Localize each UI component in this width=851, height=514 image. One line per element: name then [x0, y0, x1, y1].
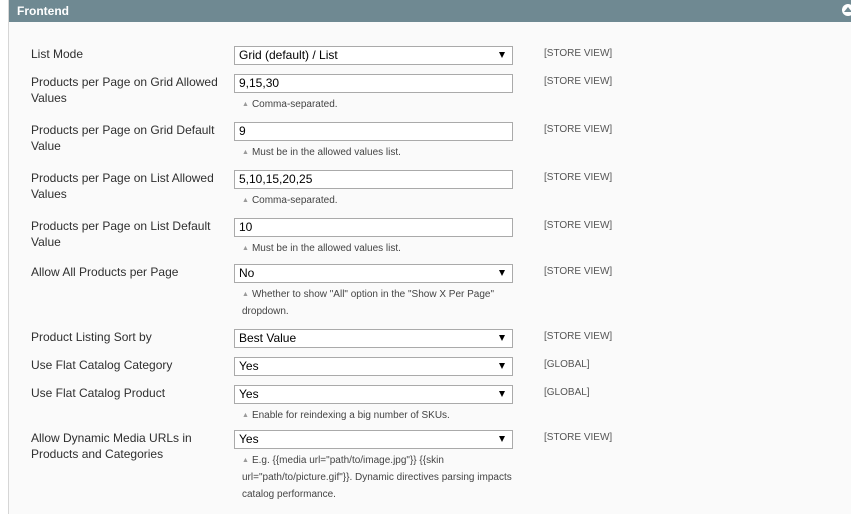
select-value: No [239, 266, 255, 280]
field-label: Use Flat Catalog Product [31, 386, 166, 400]
scope-label: [STORE VIEW] [544, 331, 613, 342]
chevron-down-icon [499, 270, 505, 276]
note-triangle-icon: ▲ [242, 245, 249, 252]
section-body: List Mode Grid (default) / List [STORE V… [9, 22, 851, 514]
scope-label: [STORE VIEW] [544, 124, 613, 135]
field-label: Allow All Products per Page [31, 265, 179, 279]
chevron-down-icon [499, 335, 505, 341]
select-value: Grid (default) / List [239, 48, 338, 62]
field-note: ▲ E.g. {{media url="path/to/image.jpg"}} … [242, 455, 512, 500]
field-note: ▲ Comma-separated. [242, 195, 338, 206]
grid-allowed-values-input[interactable]: 9,15,30 [234, 74, 513, 93]
note-triangle-icon: ▲ [242, 457, 249, 464]
scope-label: [GLOBAL] [544, 387, 590, 398]
select-value: Yes [239, 359, 259, 373]
scope-label: [STORE VIEW] [544, 48, 613, 59]
scope-label: [STORE VIEW] [544, 76, 613, 87]
field-note: ▲ Comma-separated. [242, 99, 338, 110]
select-value: Best Value [239, 331, 297, 345]
field-label: Product Listing Sort by [31, 330, 152, 344]
section-title: Frontend [17, 4, 69, 18]
scope-label: [GLOBAL] [544, 359, 590, 370]
list-default-value-input[interactable]: 10 [234, 218, 513, 237]
allow-all-products-select[interactable]: No [234, 264, 513, 283]
field-label: Products per Page on List Default Value [31, 219, 211, 249]
note-triangle-icon: ▲ [242, 291, 249, 298]
note-triangle-icon: ▲ [242, 197, 249, 204]
field-note: ▲ Must be in the allowed values list. [242, 147, 401, 158]
flat-catalog-product-select[interactable]: Yes [234, 385, 513, 404]
field-label: List Mode [31, 47, 84, 61]
flat-catalog-category-select[interactable]: Yes [234, 357, 513, 376]
field-note: ▲ Must be in the allowed values list. [242, 243, 401, 254]
field-label: Allow Dynamic Media URLs in Products and… [31, 431, 192, 461]
section-header[interactable]: Frontend [9, 0, 851, 23]
field-label: Use Flat Catalog Category [31, 358, 173, 372]
chevron-down-icon [499, 363, 505, 369]
field-label: Products per Page on List Allowed Values [31, 171, 214, 201]
note-triangle-icon: ▲ [242, 101, 249, 108]
grid-default-value-input[interactable]: 9 [234, 122, 513, 141]
scope-label: [STORE VIEW] [544, 266, 613, 277]
field-label: Products per Page on Grid Default Value [31, 123, 215, 153]
scope-label: [STORE VIEW] [544, 432, 613, 443]
scope-label: [STORE VIEW] [544, 172, 613, 183]
chevron-down-icon [499, 391, 505, 397]
dynamic-media-urls-select[interactable]: Yes [234, 430, 513, 449]
scope-label: [STORE VIEW] [544, 220, 613, 231]
field-note: ▲ Enable for reindexing a big number of S… [242, 410, 450, 421]
list-allowed-values-input[interactable]: 5,10,15,20,25 [234, 170, 513, 189]
chevron-down-icon [499, 52, 505, 58]
note-triangle-icon: ▲ [242, 412, 249, 419]
field-label: Products per Page on Grid Allowed Values [31, 75, 218, 105]
note-triangle-icon: ▲ [242, 149, 249, 156]
frontend-section: Frontend List Mode Grid (default) / List… [8, 0, 851, 514]
list-mode-select[interactable]: Grid (default) / List [234, 46, 513, 65]
chevron-down-icon [499, 436, 505, 442]
field-note: ▲ Whether to show "All" option in the "Sh… [242, 289, 495, 317]
product-listing-sort-select[interactable]: Best Value [234, 329, 513, 348]
select-value: Yes [239, 432, 259, 446]
select-value: Yes [239, 387, 259, 401]
collapse-icon[interactable] [842, 4, 851, 16]
